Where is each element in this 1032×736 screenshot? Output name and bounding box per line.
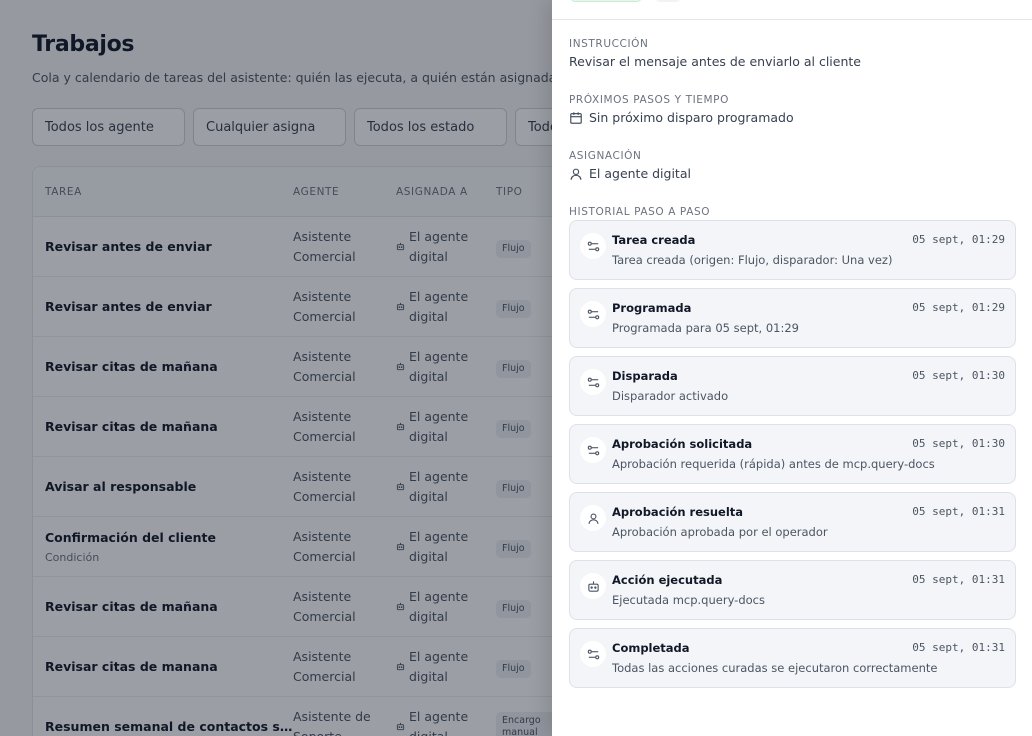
history-item-timestamp: 05 sept, 01:31 xyxy=(912,573,1005,586)
flow-icon xyxy=(580,437,606,463)
history-item-description: Todas las acciones curadas se ejecutaron… xyxy=(612,661,938,675)
history-item: Tarea creada Tarea creada (origen: Flujo,… xyxy=(569,220,1016,280)
history-timeline: Tarea creada Tarea creada (origen: Flujo,… xyxy=(569,220,1016,696)
history-item: Completada Todas las acciones curadas se … xyxy=(569,628,1016,688)
history-item-description: Aprobación requerida (rápida) antes de m… xyxy=(612,457,935,471)
history-item-title: Aprobación solicitada xyxy=(612,437,753,451)
history-item-title: Completada xyxy=(612,641,690,655)
history-item-title: Aprobación resuelta xyxy=(612,505,744,519)
job-detail-drawer: INSTRUCCIÓN Revisar el mensaje antes de … xyxy=(552,0,1032,736)
history-item-timestamp: 05 sept, 01:31 xyxy=(912,505,1005,518)
drawer-header xyxy=(552,0,1032,20)
history-item-timestamp: 05 sept, 01:29 xyxy=(912,301,1005,314)
history-item-title: Disparada xyxy=(612,369,678,383)
history-item-title: Acción ejecutada xyxy=(612,573,723,587)
flow-icon xyxy=(580,301,606,327)
instruction-text: Revisar el mensaje antes de enviarlo al … xyxy=(569,54,861,69)
history-item-description: Disparador activado xyxy=(612,389,729,403)
flow-icon xyxy=(580,369,606,395)
history-item: Disparada Disparador activado 05 sept, 01:… xyxy=(569,356,1016,416)
type-badge xyxy=(656,0,680,2)
history-item-title: Programada xyxy=(612,301,692,315)
history-item-description: Programada para 05 sept, 01:29 xyxy=(612,321,799,335)
assignment-label: ASIGNACIÓN xyxy=(569,150,642,162)
flow-icon xyxy=(580,233,606,259)
instruction-label: INSTRUCCIÓN xyxy=(569,38,649,50)
history-item-timestamp: 05 sept, 01:29 xyxy=(912,233,1005,246)
user-icon xyxy=(570,168,582,180)
assignment-text: El agente digital xyxy=(589,166,691,181)
next-steps-label: PRÓXIMOS PASOS Y TIEMPO xyxy=(569,94,729,106)
history-item: Aprobación solicitada Aprobación requerid… xyxy=(569,424,1016,484)
history-item: Aprobación resuelta Aprobación aprobada p… xyxy=(569,492,1016,552)
status-badge xyxy=(570,0,642,2)
history-item-description: Aprobación aprobada por el operador xyxy=(612,525,828,539)
history-item-timestamp: 05 sept, 01:31 xyxy=(912,641,1005,654)
next-steps-text: Sin próximo disparo programado xyxy=(589,110,794,125)
history-item: Acción ejecutada Ejecutada mcp.query-docs… xyxy=(569,560,1016,620)
history-item-title: Tarea creada xyxy=(612,233,696,247)
history-item-timestamp: 05 sept, 01:30 xyxy=(912,369,1005,382)
history-item: Programada Programada para 05 sept, 01:29… xyxy=(569,288,1016,348)
history-item-timestamp: 05 sept, 01:30 xyxy=(912,437,1005,450)
flow-icon xyxy=(580,641,606,667)
history-item-description: Tarea creada (origen: Flujo, disparador:… xyxy=(612,253,893,267)
user-icon xyxy=(580,505,606,531)
assignment-value: El agente digital xyxy=(569,166,691,181)
calendar-icon xyxy=(570,111,582,124)
instruction-value: Revisar el mensaje antes de enviarlo al … xyxy=(569,54,861,69)
history-label: HISTORIAL PASO A PASO xyxy=(569,206,711,218)
next-steps-value: Sin próximo disparo programado xyxy=(569,110,794,125)
bot-icon xyxy=(580,573,606,599)
history-item-description: Ejecutada mcp.query-docs xyxy=(612,593,765,607)
